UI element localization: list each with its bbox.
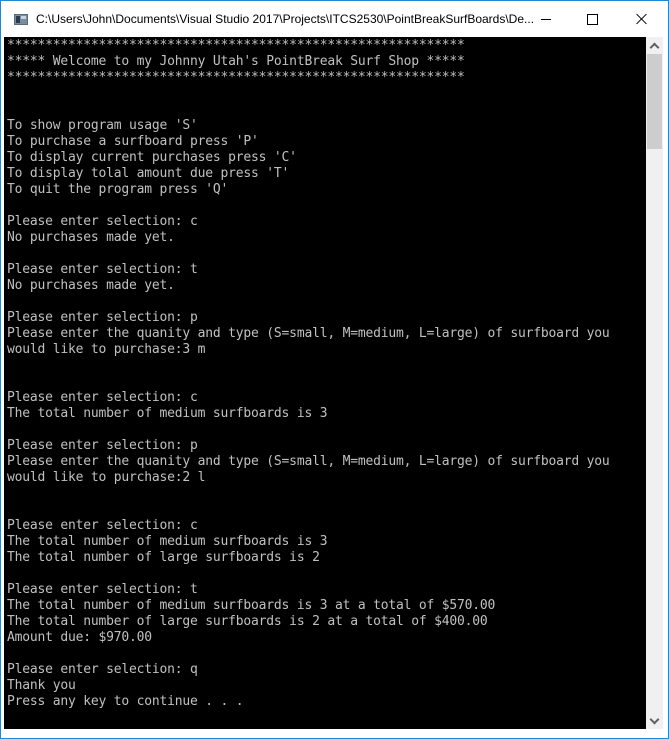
- minimize-icon: [541, 18, 551, 20]
- maximize-button[interactable]: [569, 1, 615, 37]
- console-line: Please enter selection: c: [7, 214, 198, 229]
- console-line: To display tolal amount due press 'T': [7, 166, 290, 181]
- console-window: C:\Users\John\Documents\Visual Studio 20…: [0, 0, 669, 739]
- title-bar[interactable]: C:\Users\John\Documents\Visual Studio 20…: [1, 1, 668, 37]
- maximize-icon: [586, 13, 598, 25]
- close-icon: [636, 13, 648, 25]
- console-text: ****************************************…: [7, 38, 610, 710]
- console-app-icon[interactable]: [14, 14, 28, 25]
- vertical-scrollbar[interactable]: [646, 37, 663, 729]
- console-line: Please enter selection: p: [7, 310, 198, 325]
- console-line: would like to purchase:2 l: [7, 470, 206, 485]
- console-line: The total number of large surfboards is …: [7, 614, 488, 629]
- console-line: The total number of medium surfboards is…: [7, 534, 328, 549]
- console-line: To quit the program press 'Q': [7, 182, 229, 197]
- console-line: The total number of medium surfboards is…: [7, 598, 496, 613]
- chevron-down-icon: [649, 714, 660, 724]
- console-line: ****************************************…: [7, 70, 465, 85]
- console-line: Please enter selection: t: [7, 582, 198, 597]
- console-line: The total number of large surfboards is …: [7, 550, 320, 565]
- console-line: Please enter selection: p: [7, 438, 198, 453]
- scroll-down-button[interactable]: [646, 712, 663, 729]
- console-line: The total number of medium surfboards is…: [7, 406, 328, 421]
- console-line: Please enter the quanity and type (S=sma…: [7, 326, 610, 341]
- console-output[interactable]: ****************************************…: [4, 37, 646, 729]
- console-line: Please enter selection: c: [7, 518, 198, 533]
- close-button[interactable]: [615, 1, 668, 37]
- console-line: Please enter the quanity and type (S=sma…: [7, 454, 610, 469]
- console-line: Press any key to continue . . .: [7, 694, 244, 709]
- scrollbar-thumb[interactable]: [647, 54, 662, 149]
- window-title: C:\Users\John\Documents\Visual Studio 20…: [36, 12, 535, 26]
- console-line: ****************************************…: [7, 38, 465, 53]
- console-line: Please enter selection: c: [7, 390, 198, 405]
- minimize-button[interactable]: [523, 1, 569, 37]
- scroll-up-button[interactable]: [646, 37, 663, 54]
- window-bottom-edge: [1, 729, 668, 738]
- console-line: Thank you: [7, 678, 76, 693]
- console-line: To display current purchases press 'C': [7, 150, 297, 165]
- console-line: To purchase a surfboard press 'P': [7, 134, 259, 149]
- chevron-up-icon: [649, 42, 660, 52]
- console-line: would like to purchase:3 m: [7, 342, 206, 357]
- console-line: Please enter selection: t: [7, 262, 198, 277]
- console-line: No purchases made yet.: [7, 278, 175, 293]
- console-line: No purchases made yet.: [7, 230, 175, 245]
- console-line: To show program usage 'S': [7, 118, 198, 133]
- console-line: Amount due: $970.00: [7, 630, 152, 645]
- console-line: Please enter selection: q: [7, 662, 198, 677]
- console-line: ***** Welcome to my Johnny Utah's PointB…: [7, 54, 465, 69]
